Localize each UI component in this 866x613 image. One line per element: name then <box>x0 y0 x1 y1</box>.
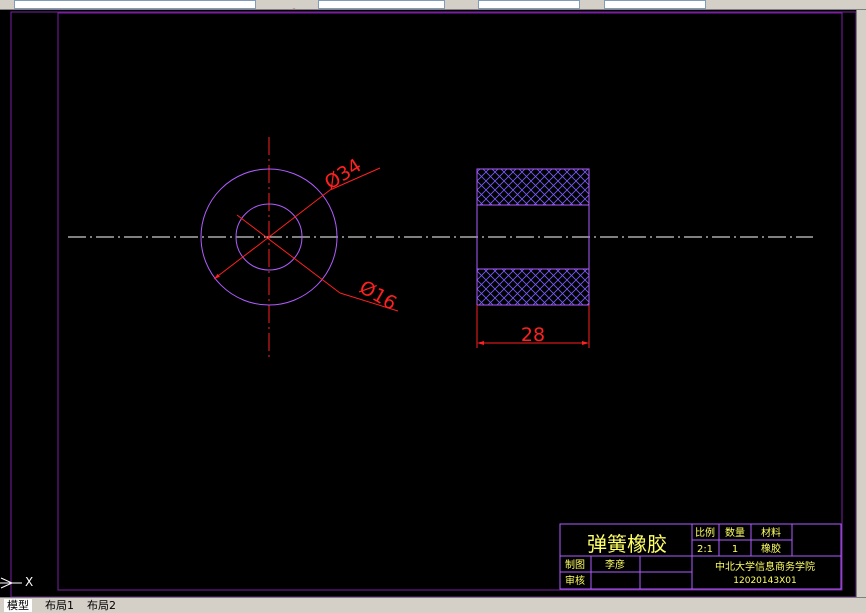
scale-value: 2:1 <box>697 544 713 555</box>
vertical-scrollbar[interactable] <box>856 10 866 597</box>
section-hatch-bottom <box>476 268 590 306</box>
drawn-label: 制图 <box>565 558 585 571</box>
dim-width-arrow-right <box>582 341 589 345</box>
checked-label: 审核 <box>565 574 585 587</box>
drawing-frame <box>57 12 843 591</box>
cad-drawing: Ø34 Ø16 28 弹簧橡胶 比例 数量 材料 2:1 1 橡胶 制图 李彦 … <box>0 11 857 598</box>
tab-layout2[interactable]: 布局2 <box>84 599 119 612</box>
dim-width: 28 <box>521 324 545 346</box>
scale-label: 比例 <box>695 526 715 539</box>
school-name: 中北大学信息商务学院 <box>715 560 815 573</box>
dim-od-leader <box>268 189 331 238</box>
linetype-dropdown[interactable] <box>478 0 580 9</box>
quantity-label: 数量 <box>725 526 745 539</box>
quantity-value: 1 <box>732 544 738 555</box>
drawn-by: 李彦 <box>605 558 625 571</box>
layer-state-icon[interactable] <box>262 0 270 7</box>
drawing-number: 12020143X01 <box>733 576 796 586</box>
part-name: 弹簧橡胶 <box>587 532 667 556</box>
drawing-canvas[interactable]: Ø34 Ø16 28 弹簧橡胶 比例 数量 材料 2:1 1 橡胶 制图 李彦 … <box>0 10 857 598</box>
sheet-outer-border <box>10 11 857 598</box>
dim-outer-diameter: Ø34 <box>321 154 366 194</box>
layer-dropdown[interactable] <box>14 0 256 9</box>
material-label: 材料 <box>761 526 781 539</box>
dim-inner-diameter: Ø16 <box>356 276 401 315</box>
color-dropdown[interactable] <box>318 0 445 9</box>
section-hatch-top <box>476 168 590 206</box>
dim-id-leader <box>236 214 341 294</box>
toolbar-strip <box>0 0 866 10</box>
linetype-icon[interactable] <box>452 0 460 7</box>
layout-tab-bar: 模型 布局1 布局2 <box>0 597 866 613</box>
material-value: 橡胶 <box>761 542 781 555</box>
tab-model[interactable]: 模型 <box>4 599 32 612</box>
dim-od-arrow <box>213 236 270 280</box>
dim-width-arrow-left <box>477 341 484 345</box>
tab-layout1[interactable]: 布局1 <box>42 599 77 612</box>
toolbar-icon[interactable] <box>4 0 12 7</box>
lineweight-icon[interactable] <box>585 0 593 7</box>
lineweight-dropdown[interactable] <box>604 0 706 9</box>
ucs-x-label: X <box>25 575 33 589</box>
layer-prev-icon[interactable] <box>290 0 298 9</box>
